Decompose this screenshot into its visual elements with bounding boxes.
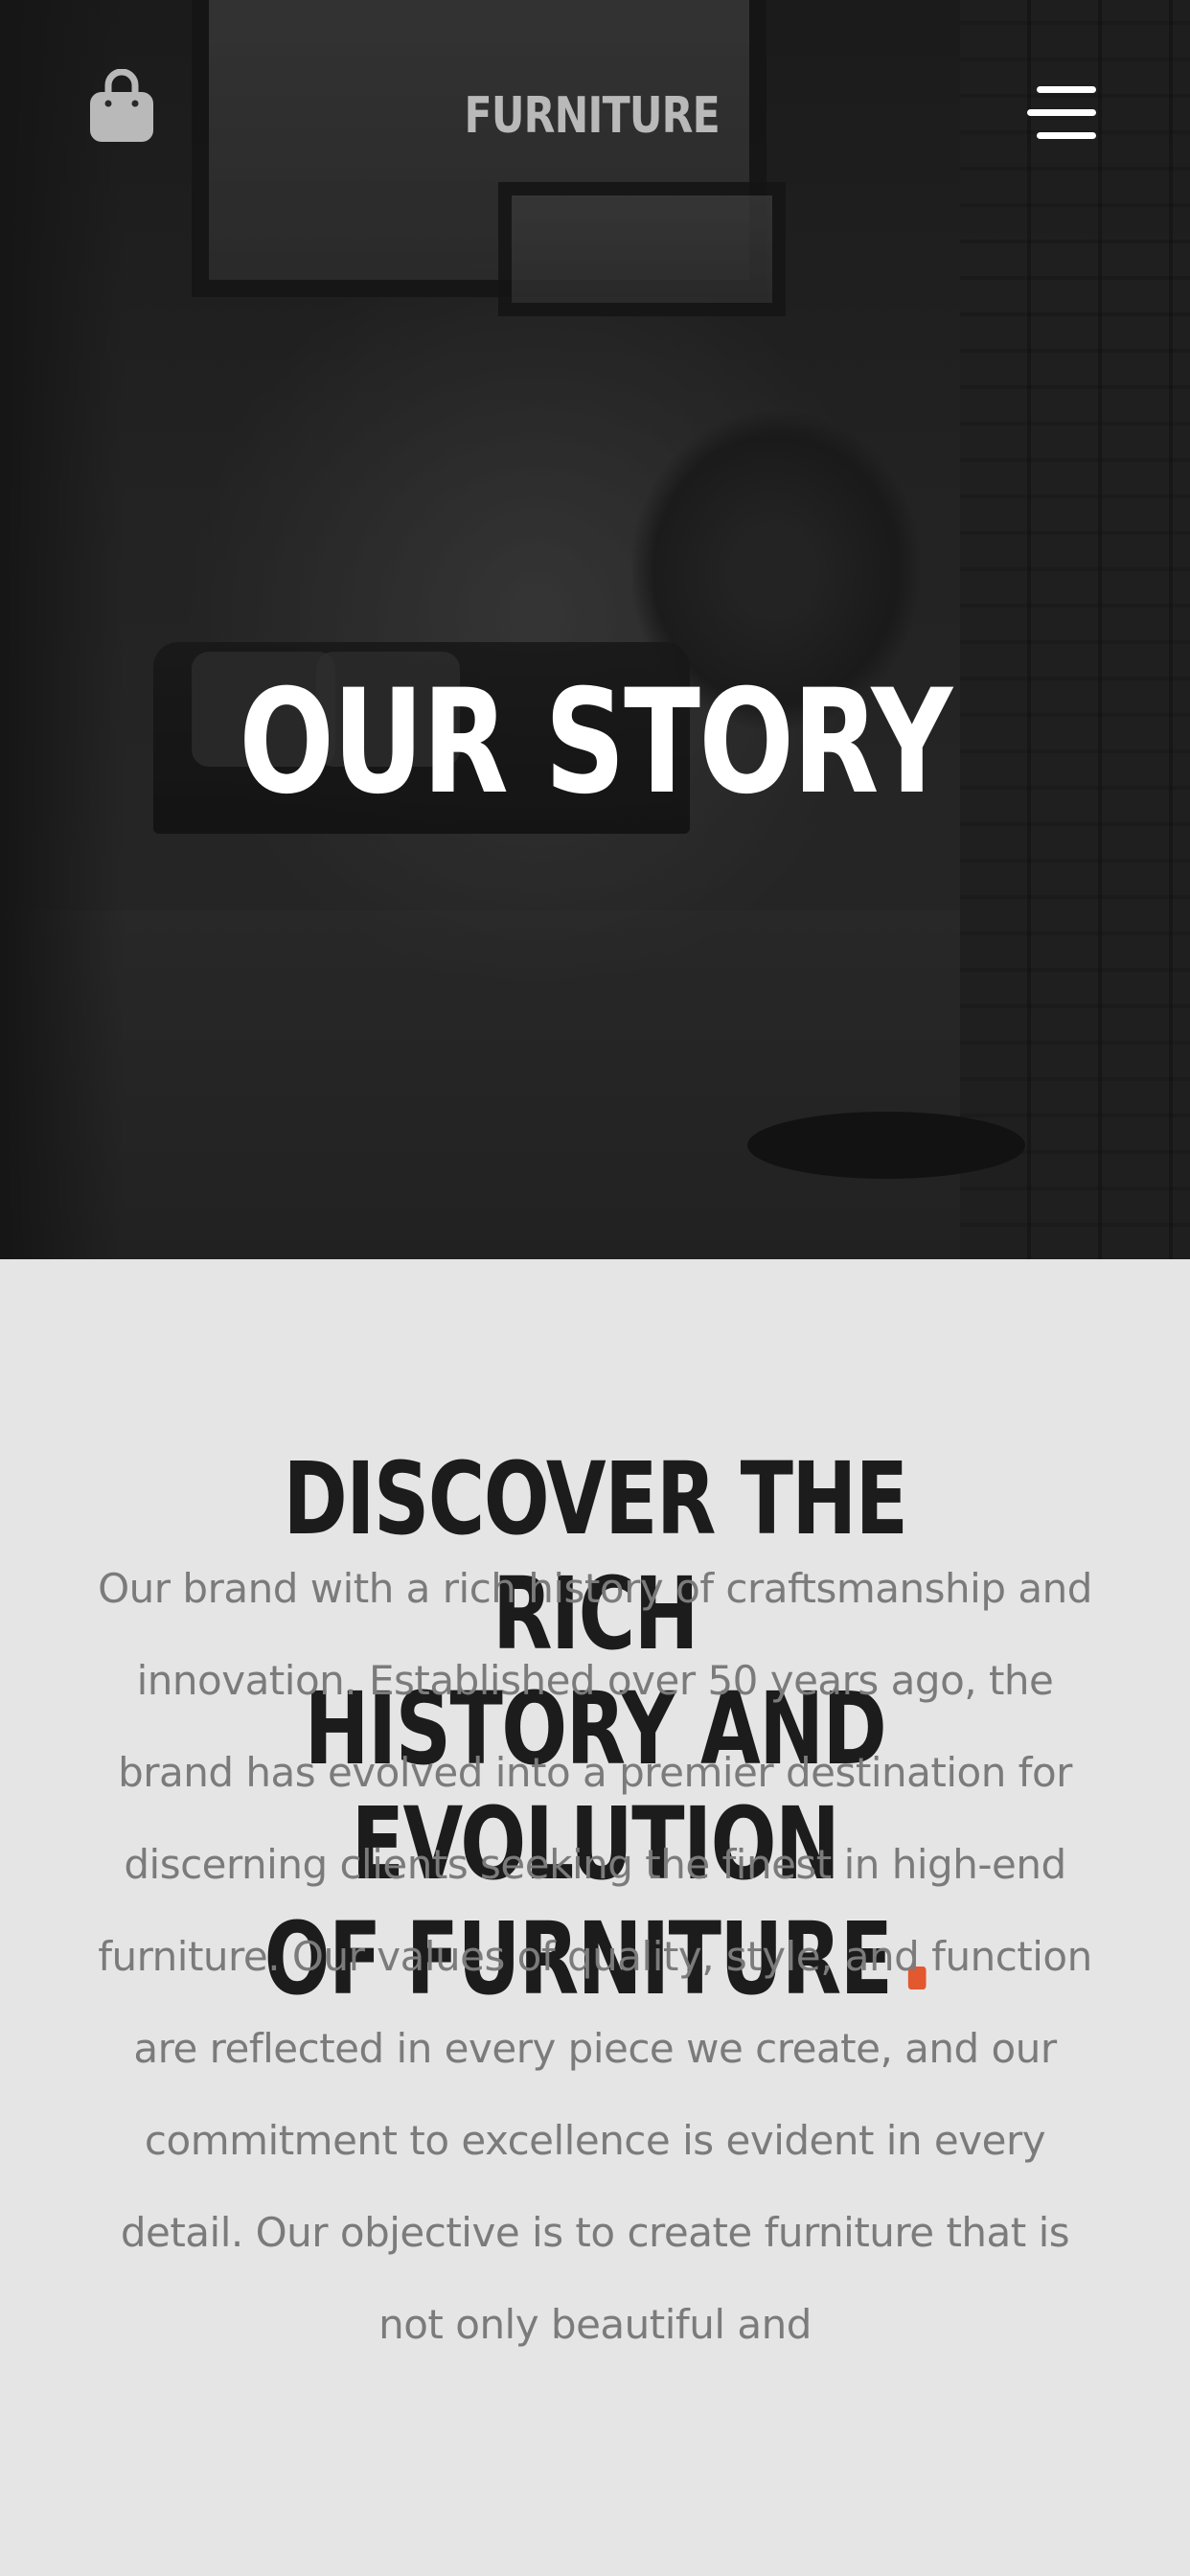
hamburger-menu-icon[interactable] bbox=[1027, 86, 1096, 140]
brand-logo[interactable]: FURNITURE bbox=[104, 82, 1080, 150]
menu-line-middle bbox=[1027, 109, 1096, 116]
menu-line-bottom bbox=[1037, 132, 1096, 139]
top-navigation-bar: FURNITURE bbox=[0, 0, 1190, 230]
hero-title: OUR STORY bbox=[239, 659, 952, 826]
story-body-text: Our brand with a rich history of craftsm… bbox=[98, 1565, 1092, 2348]
menu-line-top bbox=[1037, 86, 1096, 93]
hero-section: FURNITURE OUR STORY bbox=[0, 0, 1190, 1259]
